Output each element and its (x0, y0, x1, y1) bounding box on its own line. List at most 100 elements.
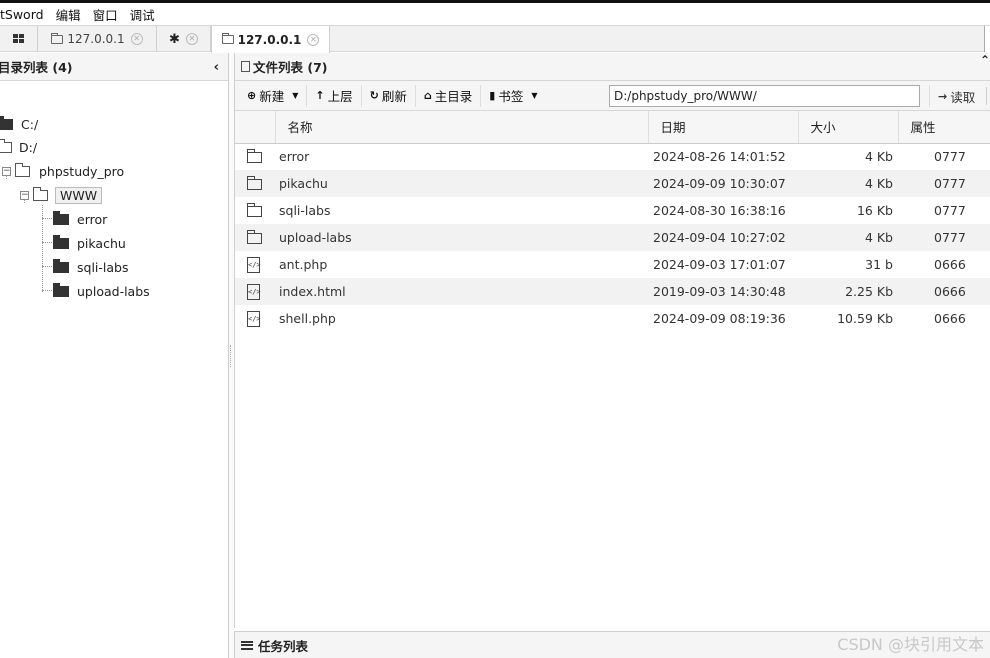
file-name: index.html (279, 284, 346, 299)
home-icon: ⌂ (423, 89, 432, 102)
file-panel: 文件列表 (7) ⌃ ⊕ 新建 ▼ ↑ 上层 ↻ 刷新 ⌂ 主目录 ▮ 书签 ▼… (234, 53, 990, 628)
file-row[interactable]: error 2024-08-26 14:01:52 4 Kb 0777 (235, 143, 990, 170)
file-attr: 0666 (934, 284, 966, 299)
tree-node-sqli-labs[interactable]: sqli-labs (53, 257, 128, 277)
file-row[interactable]: sqli-labs 2024-08-30 16:38:16 16 Kb 0777 (235, 197, 990, 224)
arrow-up-icon: ↑ (315, 89, 325, 102)
file-date: 2024-09-09 08:19:36 (653, 311, 786, 326)
file-table: 名称 日期 大小 属性 error 2024-08-26 14:01:52 4 Kb… (235, 111, 990, 332)
file-icon (241, 61, 250, 72)
folder-icon (221, 33, 234, 44)
tree-node-pikachu[interactable]: pikachu (53, 233, 126, 253)
tree-line (42, 266, 52, 267)
file-attr: 0666 (934, 257, 966, 272)
tree-node-phpstudy[interactable]: − phpstudy_pro (2, 161, 124, 181)
collapse-icon[interactable]: − (20, 190, 29, 200)
tree-node-d-label: D:/ (19, 139, 38, 155)
menu-debug[interactable]: 调试 (124, 5, 161, 24)
home-button[interactable]: ⌂ 主目录 (416, 84, 482, 107)
file-name: pikachu (279, 176, 328, 191)
new-button-label: 新建 (259, 89, 285, 104)
tree-line (42, 290, 52, 291)
tree-node-label: upload-labs (77, 283, 150, 299)
refresh-button[interactable]: ↻ 刷新 (362, 84, 416, 107)
directory-panel: 目录列表 (4) ‹ C:/ D:/ − phpstudy_pro − WWW (0, 53, 229, 658)
column-header-attr[interactable]: 属性 (898, 111, 990, 144)
folder-icon (0, 115, 13, 130)
tab-bar: 127.0.0.1 ✕ ✱ ✕ 127.0.0.1 ✕ (0, 25, 990, 53)
up-button[interactable]: ↑ 上层 (307, 84, 362, 107)
tree-node-www[interactable]: − WWW (20, 185, 103, 205)
up-button-label: 上层 (327, 89, 353, 104)
code-file-icon: </> (247, 310, 261, 327)
arrow-right-icon: → (938, 89, 948, 103)
file-row-icon-cell (235, 197, 275, 224)
column-header-size[interactable]: 大小 (798, 111, 899, 144)
file-row[interactable]: upload-labs 2024-09-04 10:27:02 4 Kb 0777 (235, 224, 990, 251)
folder-icon (53, 258, 69, 273)
bookmark-button[interactable]: ▮ 书签 ▼ (481, 85, 545, 107)
file-size: 10.59 Kb (837, 311, 893, 326)
close-icon[interactable]: ✕ (185, 33, 198, 45)
tab-settings[interactable]: ✱ ✕ (157, 26, 211, 52)
new-button[interactable]: ⊕ 新建 ▼ (243, 84, 308, 107)
folder-icon (51, 32, 64, 44)
directory-panel-title: 目录列表 (4) (0, 60, 73, 75)
path-input[interactable]: D:/phpstudy_pro/WWW/ (609, 85, 920, 107)
tree-node-upload-labs[interactable]: upload-labs (53, 281, 150, 301)
collapse-icon[interactable]: − (2, 166, 11, 176)
tree-line (42, 242, 52, 243)
file-name: error (279, 149, 310, 165)
code-file-icon: </> (247, 283, 261, 300)
file-attr: 0777 (934, 149, 966, 165)
read-button[interactable]: → 读取 (929, 85, 988, 107)
file-date: 2024-09-09 10:30:07 (653, 176, 786, 191)
menu-edit[interactable]: 编辑 (50, 5, 87, 24)
file-attr: 0777 (934, 176, 966, 191)
file-row[interactable]: </> index.html 2019-09-03 14:30:48 2.25 Kb 0… (235, 278, 990, 305)
file-toolbar: ⊕ 新建 ▼ ↑ 上层 ↻ 刷新 ⌂ 主目录 ▮ 书签 ▼ D:/phpstud… (235, 81, 990, 111)
tree-node-c[interactable]: C:/ (0, 114, 38, 134)
folder-open-icon (0, 138, 12, 153)
close-icon[interactable]: ✕ (130, 33, 143, 45)
file-row[interactable]: </> shell.php 2024-09-09 08:19:36 10.59 Kb 0… (235, 305, 990, 332)
read-button-label: 读取 (950, 89, 976, 105)
file-size: 4 Kb (864, 176, 893, 191)
tree-node-d[interactable]: D:/ (0, 137, 37, 157)
column-header-icon (235, 111, 276, 144)
chevron-up-icon[interactable]: ⌃ (980, 53, 990, 67)
file-row-icon-cell: </> (235, 278, 275, 305)
caret-down-icon: ▼ (531, 91, 538, 100)
tree-node-error[interactable]: error (53, 209, 107, 229)
column-header-name[interactable]: 名称 (275, 111, 649, 144)
file-row[interactable]: </> ant.php 2024-09-03 17:01:07 31 b 0666 (235, 251, 990, 278)
tree-node-label: pikachu (77, 235, 126, 251)
folder-open-icon (33, 186, 48, 201)
splitter-grip[interactable] (230, 345, 232, 367)
tab-host-1[interactable]: 127.0.0.1 ✕ (38, 26, 157, 52)
column-header-date[interactable]: 日期 (648, 111, 799, 144)
file-size: 2.25 Kb (845, 284, 893, 299)
refresh-button-label: 刷新 (381, 89, 407, 104)
home-button-label: 主目录 (434, 89, 473, 104)
file-size: 4 Kb (864, 149, 893, 165)
tree-node-c-label: C:/ (21, 116, 39, 132)
folder-icon (247, 176, 262, 190)
tab-host-2[interactable]: 127.0.0.1 ✕ (211, 26, 330, 53)
tab-home[interactable] (0, 26, 38, 52)
file-row[interactable]: pikachu 2024-09-09 10:30:07 4 Kb 0777 (235, 170, 990, 197)
folder-icon (53, 282, 69, 297)
menu-window[interactable]: 窗口 (87, 5, 124, 24)
chevron-left-icon[interactable]: ‹ (214, 60, 219, 75)
file-size: 4 Kb (864, 230, 893, 245)
file-date: 2024-09-04 10:27:02 (653, 230, 786, 245)
file-size: 16 Kb (856, 203, 893, 218)
bookmark-icon: ▮ (489, 89, 496, 102)
menu-app[interactable]: tSword (0, 7, 50, 22)
file-size: 31 b (865, 257, 893, 272)
file-attr: 0666 (934, 311, 966, 326)
file-date: 2024-08-30 16:38:16 (653, 203, 786, 218)
code-file-icon: </> (247, 256, 261, 273)
file-name: shell.php (279, 311, 336, 326)
close-icon[interactable]: ✕ (307, 33, 320, 46)
